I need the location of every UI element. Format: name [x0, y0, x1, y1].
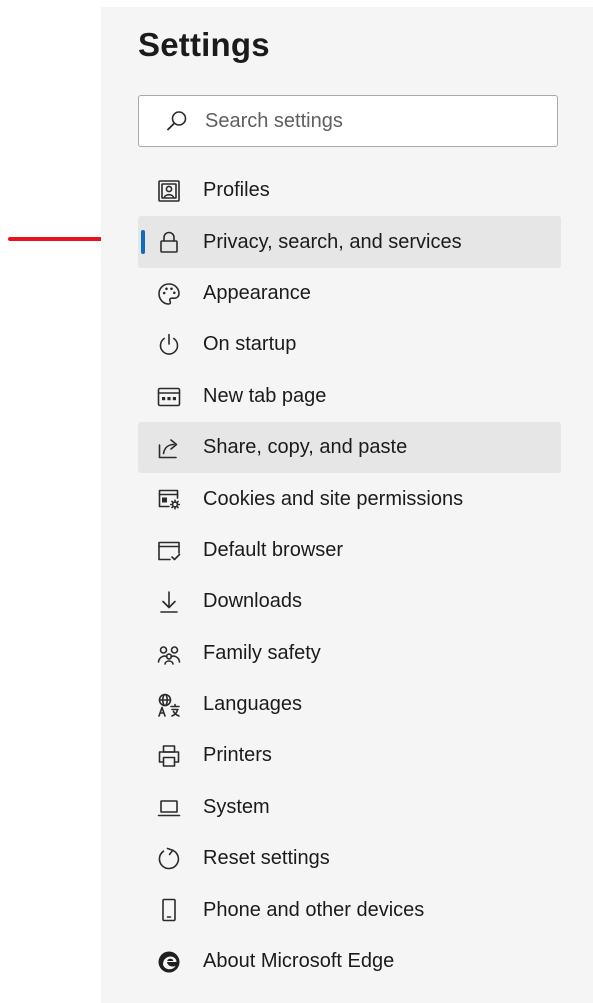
sidebar-item-printers[interactable]: Printers: [138, 730, 561, 781]
sidebar-item-privacy[interactable]: Privacy, search, and services: [138, 216, 561, 268]
sidebar-item-label: Profiles: [203, 179, 270, 202]
search-icon: [167, 111, 187, 131]
sidebar-item-label: Phone and other devices: [203, 898, 425, 921]
sidebar-item-label: System: [203, 795, 270, 818]
sidebar-item-reset-settings[interactable]: Reset settings: [138, 833, 561, 884]
sidebar-item-share-copy-paste[interactable]: Share, copy, and paste: [138, 421, 561, 474]
sidebar-item-languages[interactable]: Languages: [138, 679, 561, 730]
sidebar-item-phone-devices[interactable]: Phone and other devices: [138, 884, 561, 935]
search-input[interactable]: [205, 106, 545, 136]
settings-page: Settings Profiles: [0, 0, 593, 1003]
sidebar-item-label: Languages: [203, 693, 302, 716]
sidebar-item-family-safety[interactable]: Family safety: [138, 628, 561, 679]
sidebar-item-on-startup[interactable]: On startup: [138, 319, 561, 370]
cookies-icon: [156, 486, 182, 512]
sidebar-item-new-tab-page[interactable]: New tab page: [138, 371, 561, 422]
reset-icon: [156, 846, 182, 872]
sidebar-item-label: About Microsoft Edge: [203, 950, 395, 973]
sidebar-item-label: Family safety: [203, 641, 321, 664]
edge-logo-icon: [156, 949, 182, 975]
palette-icon: [156, 281, 182, 307]
share-icon: [156, 435, 182, 461]
sidebar-item-label: Printers: [203, 744, 272, 767]
sidebar-item-label: Reset settings: [203, 847, 330, 870]
sidebar-item-default-browser[interactable]: Default browser: [138, 525, 561, 576]
laptop-icon: [156, 795, 182, 821]
sidebar-item-downloads[interactable]: Downloads: [138, 576, 561, 627]
sidebar-item-system[interactable]: System: [138, 782, 561, 833]
sidebar-item-label: New tab page: [203, 384, 327, 407]
sidebar-item-label: Appearance: [203, 281, 311, 304]
sidebar-item-label: Cookies and site permissions: [203, 487, 464, 510]
sidebar-item-profiles[interactable]: Profiles: [138, 165, 561, 216]
sidebar-item-label: Share, copy, and paste: [203, 436, 408, 459]
family-icon: [156, 641, 182, 667]
browser-icon: [156, 538, 182, 564]
phone-icon: [156, 897, 182, 923]
sidebar-item-label: Privacy, search, and services: [203, 230, 462, 253]
sidebar-item-label: Default browser: [203, 538, 344, 561]
power-icon: [156, 332, 182, 358]
sidebar-item-about-edge[interactable]: About Microsoft Edge: [138, 936, 561, 987]
new-tab-icon: [156, 384, 182, 410]
profile-icon: [156, 178, 182, 204]
sidebar-item-label: Downloads: [203, 590, 302, 613]
sidebar-item-label: On startup: [203, 333, 297, 356]
selected-indicator: [141, 230, 145, 255]
lock-icon: [156, 229, 182, 255]
sidebar-item-cookies[interactable]: Cookies and site permissions: [138, 473, 561, 524]
printer-icon: [156, 743, 182, 769]
settings-nav: Profiles Privacy, search, and services A…: [138, 165, 561, 987]
sidebar-item-appearance[interactable]: Appearance: [138, 268, 561, 319]
download-icon: [156, 589, 182, 615]
language-icon: [156, 692, 182, 718]
page-title: Settings: [138, 26, 270, 63]
search-box[interactable]: [138, 95, 558, 147]
